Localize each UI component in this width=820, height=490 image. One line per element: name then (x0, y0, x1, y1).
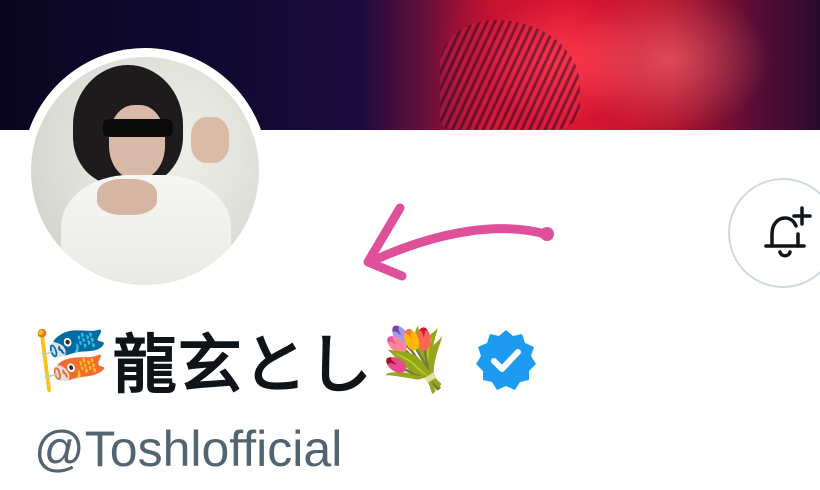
carp-streamer-emoji-icon: 🎏 (34, 325, 109, 395)
avatar-hands (97, 179, 157, 215)
bell-plus-icon (764, 206, 812, 258)
banner-light-secondary (560, 0, 780, 130)
username-handle: @Toshlofficial (34, 421, 343, 477)
annotation-arrow-icon (363, 203, 554, 281)
notifications-button[interactable] (728, 178, 820, 288)
avatar[interactable] (31, 57, 259, 285)
display-name-row: 🎏 龍玄とし 💐 (34, 316, 539, 404)
avatar-raised-hand (191, 117, 229, 163)
bouquet-emoji-icon: 💐 (376, 325, 452, 395)
avatar-face (109, 105, 165, 179)
verified-badge-icon[interactable] (473, 327, 539, 393)
display-name: 龍玄とし (112, 329, 373, 403)
avatar-sunglasses (103, 119, 173, 137)
